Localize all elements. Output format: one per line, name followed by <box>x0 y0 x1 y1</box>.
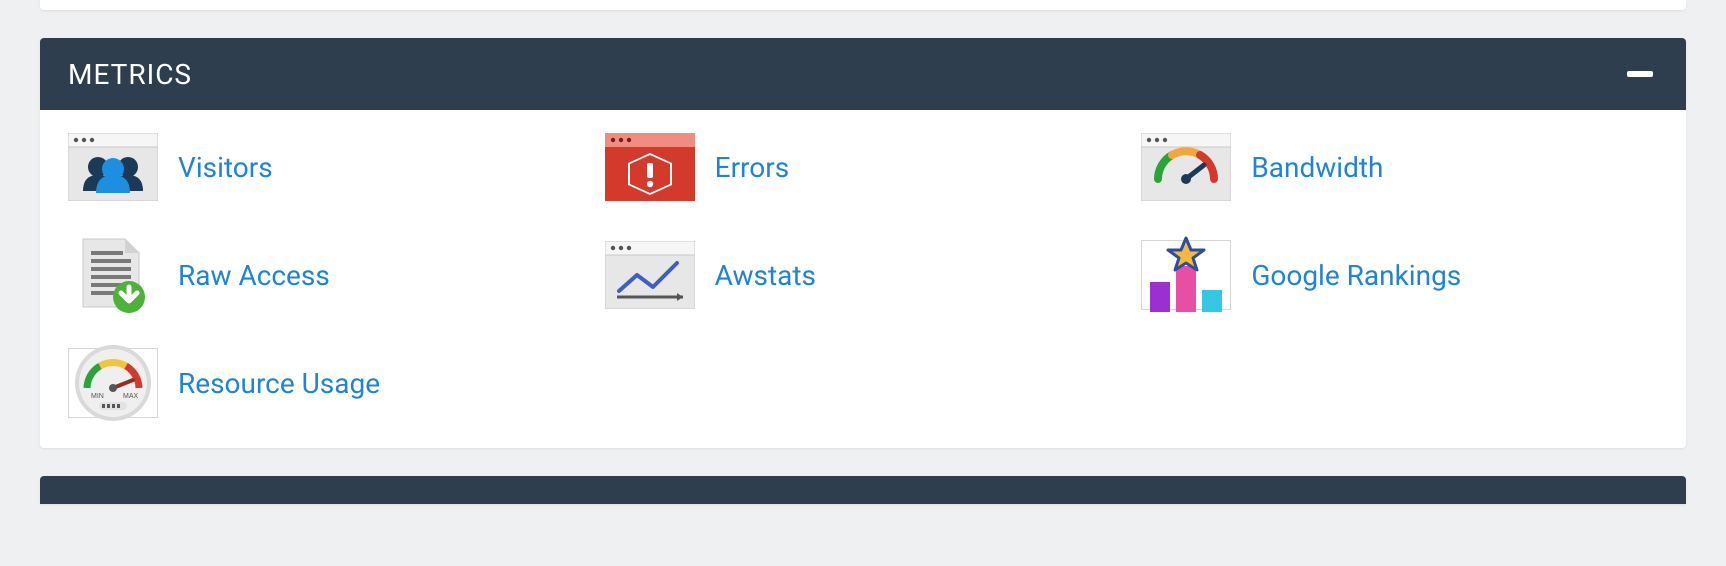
previous-panel-bottom <box>40 0 1686 10</box>
item-label: Errors <box>715 151 790 184</box>
svg-text:MIN: MIN <box>91 393 104 400</box>
minus-icon <box>1627 71 1653 77</box>
bandwidth-icon <box>1141 132 1231 202</box>
metrics-panel: METRICS <box>40 38 1686 448</box>
errors-icon <box>605 132 695 202</box>
item-label: Awstats <box>715 259 816 292</box>
metrics-item-raw-access[interactable]: Raw Access <box>68 240 585 310</box>
raw-access-icon <box>68 240 158 310</box>
panel-title: METRICS <box>68 58 192 91</box>
metrics-item-awstats[interactable]: Awstats <box>605 240 1122 310</box>
metrics-item-bandwidth[interactable]: Bandwidth <box>1141 132 1658 202</box>
metrics-item-errors[interactable]: Errors <box>605 132 1122 202</box>
awstats-icon <box>605 240 695 310</box>
resource-usage-icon: MIN MAX <box>68 348 158 418</box>
collapse-toggle[interactable] <box>1622 56 1658 92</box>
item-label: Google Rankings <box>1251 259 1461 292</box>
svg-text:MAX: MAX <box>123 393 139 400</box>
item-label: Bandwidth <box>1251 151 1383 184</box>
item-label: Visitors <box>178 151 273 184</box>
panel-body: Visitors Errors <box>40 110 1686 448</box>
item-label: Resource Usage <box>178 367 380 400</box>
item-label: Raw Access <box>178 259 330 292</box>
google-rankings-icon <box>1141 240 1231 310</box>
panel-header[interactable]: METRICS <box>40 38 1686 110</box>
metrics-item-resource-usage[interactable]: MIN MAX Resource Usage <box>68 348 585 418</box>
metrics-item-visitors[interactable]: Visitors <box>68 132 585 202</box>
metrics-item-google-rankings[interactable]: Google Rankings <box>1141 240 1658 310</box>
next-panel-header[interactable] <box>40 476 1686 504</box>
visitors-icon <box>68 132 158 202</box>
